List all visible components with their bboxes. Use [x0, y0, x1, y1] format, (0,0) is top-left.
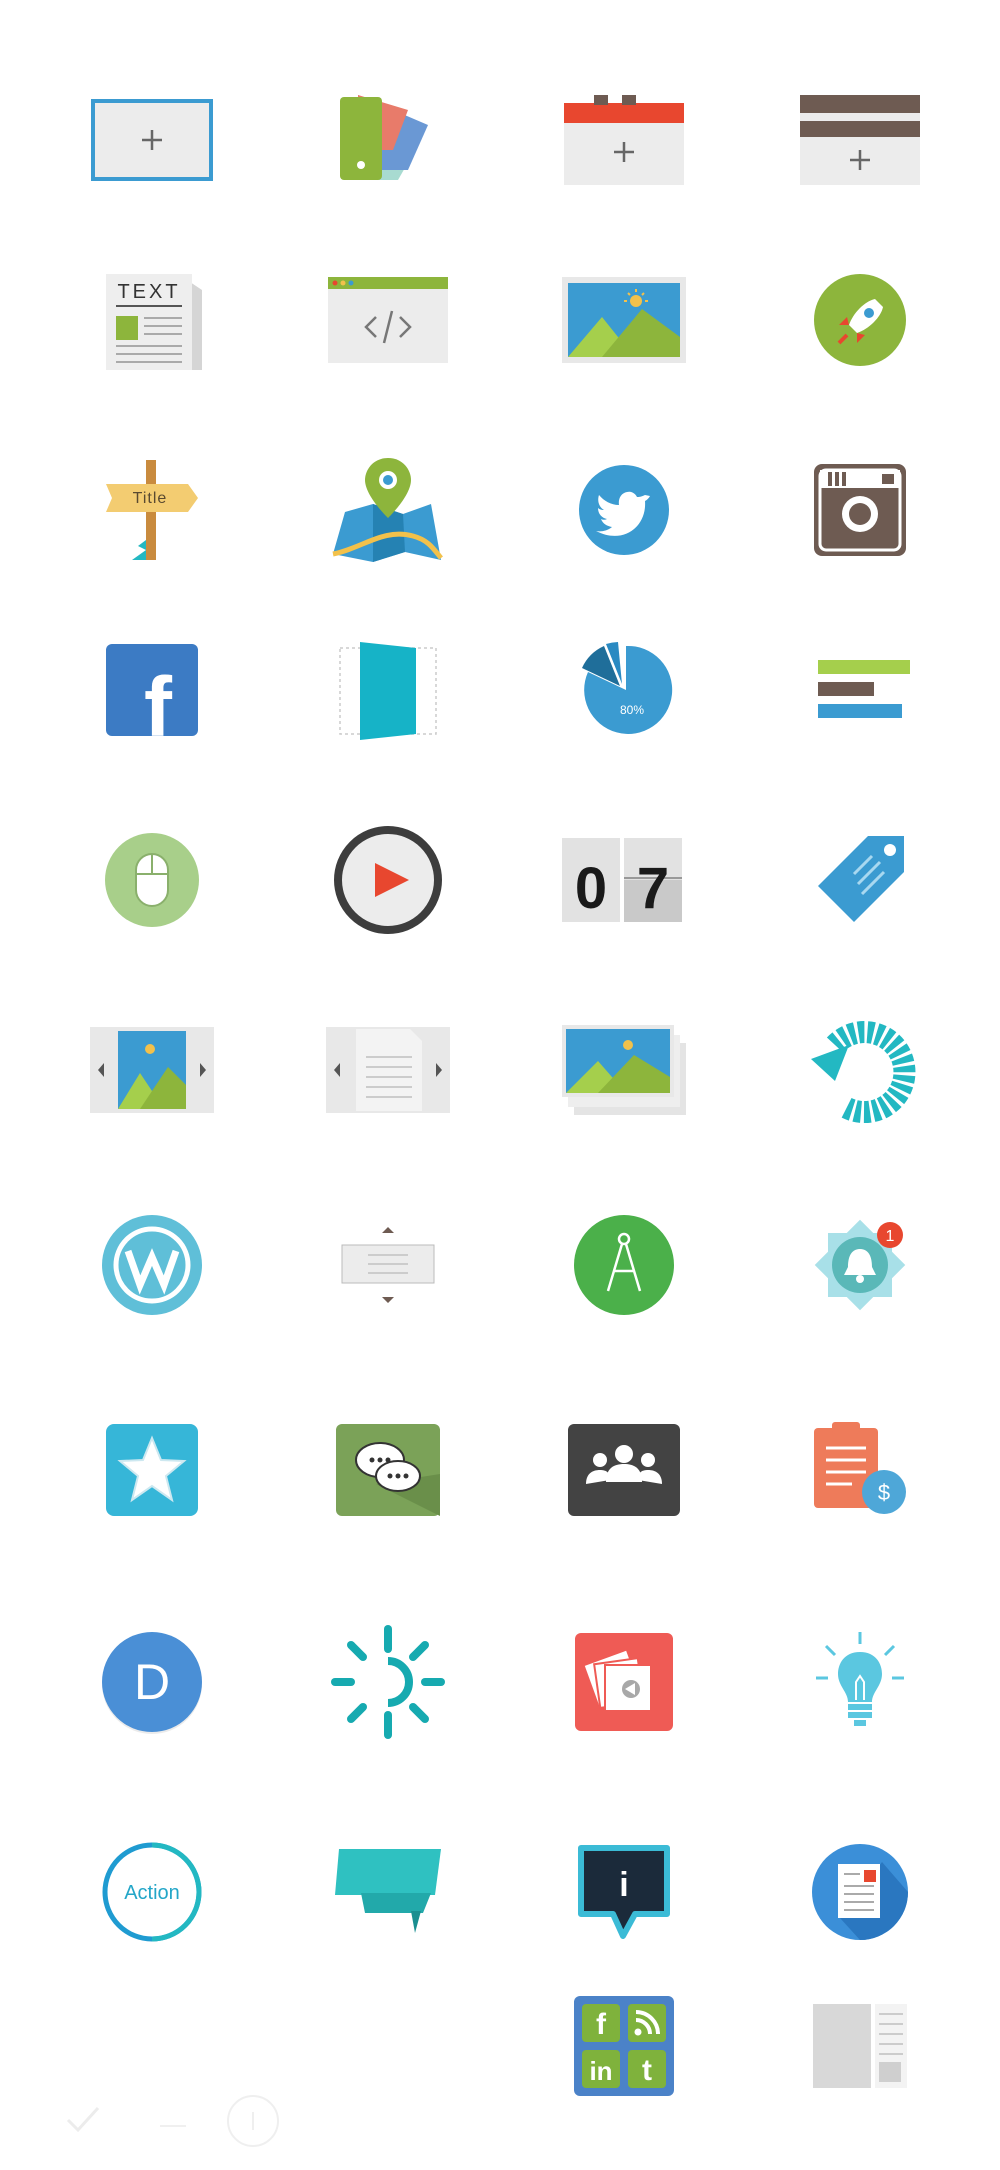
facebook-letter: f: [144, 660, 173, 754]
divider-resize-icon[interactable]: [298, 1195, 478, 1335]
signpost-label: Title: [133, 490, 168, 507]
image-slider-icon[interactable]: [62, 1000, 242, 1140]
lightbulb-icon[interactable]: [770, 1612, 950, 1752]
counter-digit-1: 0: [575, 856, 607, 921]
divi-letter: D: [134, 1654, 170, 1710]
divi-logo-icon[interactable]: D: [62, 1612, 242, 1752]
rocket-icon[interactable]: [770, 250, 950, 390]
add-fullwidth-section-icon[interactable]: [534, 70, 714, 210]
wordpress-icon[interactable]: [62, 1195, 242, 1335]
add-section-icon[interactable]: [62, 70, 242, 210]
star-rating-icon[interactable]: [62, 1400, 242, 1540]
text-module-label: TEXT: [117, 281, 180, 303]
code-module-icon[interactable]: [298, 250, 478, 390]
text-module-icon[interactable]: TEXT: [62, 250, 242, 390]
notification-bell-icon[interactable]: 1: [770, 1195, 950, 1335]
team-members-icon[interactable]: [534, 1400, 714, 1540]
pricing-table-icon[interactable]: $: [770, 1400, 950, 1540]
countdown-timer-icon[interactable]: 0 7: [534, 810, 714, 950]
post-slider-icon[interactable]: [298, 1000, 478, 1140]
instagram-icon[interactable]: [770, 440, 950, 580]
pie-percent-label: 80%: [620, 703, 644, 717]
info-bubble-icon[interactable]: i: [534, 1822, 714, 1962]
map-icon[interactable]: [298, 440, 478, 580]
dash-icon: [160, 2116, 186, 2134]
sidebar-layout-icon[interactable]: [770, 1976, 950, 2116]
color-swatch-icon[interactable]: [298, 70, 478, 210]
social-linkedin-label: in: [589, 2056, 612, 2086]
action-label: Action: [124, 1882, 180, 1904]
dollar-sign: $: [878, 1480, 890, 1505]
call-to-action-button-icon[interactable]: Action: [62, 1822, 242, 1962]
counter-digit-2: 7: [637, 856, 669, 921]
pie-chart-icon[interactable]: 80%: [534, 620, 714, 760]
social-twitter-letter: t: [642, 2054, 652, 2087]
comments-icon[interactable]: [298, 1400, 478, 1540]
gallery-icon[interactable]: [534, 1000, 714, 1140]
twitter-icon[interactable]: [534, 440, 714, 580]
image-module-icon[interactable]: [534, 250, 714, 390]
checkmark-icon: [66, 2104, 100, 2139]
refresh-arrow-icon[interactable]: [770, 1000, 950, 1140]
info-letter: i: [619, 1866, 628, 1904]
social-facebook-letter: f: [596, 2008, 607, 2041]
banner-ribbon-icon[interactable]: [298, 1822, 478, 1962]
notification-count: 1: [886, 1228, 895, 1245]
loading-spinner-icon[interactable]: [298, 1612, 478, 1752]
video-play-icon[interactable]: [298, 810, 478, 950]
blog-post-icon[interactable]: [770, 1822, 950, 1962]
signpost-title-icon[interactable]: Title: [62, 440, 242, 580]
social-media-follow-icon[interactable]: f in t: [534, 1976, 714, 2116]
photo-stack-icon[interactable]: [534, 1612, 714, 1752]
facebook-icon[interactable]: f: [62, 620, 242, 760]
sidebar-module-icon[interactable]: [298, 620, 478, 760]
compass-icon[interactable]: [534, 1195, 714, 1335]
bar-counter-icon[interactable]: [770, 620, 950, 760]
price-tag-icon[interactable]: [770, 810, 950, 950]
mouse-icon[interactable]: [62, 810, 242, 950]
module-icon-grid: TEXT Title f 80% 0 7 1 $ D Action i f in…: [0, 0, 1000, 2170]
add-specialty-section-icon[interactable]: [770, 70, 950, 210]
circle-outline-icon: [226, 2094, 280, 2153]
